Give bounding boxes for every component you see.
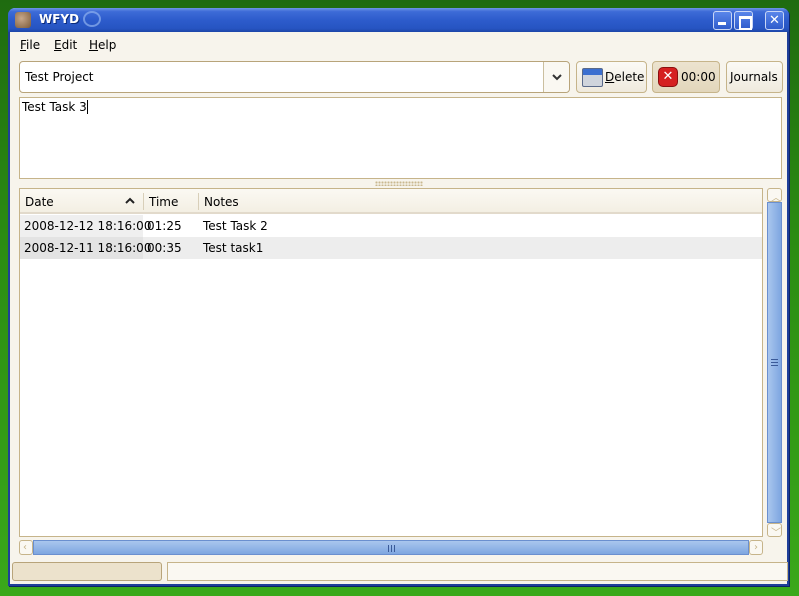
cell-notes: Test task1 <box>203 241 264 255</box>
table-header: Date Time Notes <box>20 189 762 214</box>
menu-file[interactable]: File <box>20 38 40 52</box>
cell-time: 01:25 <box>147 219 182 233</box>
scroll-up-button[interactable]: ︿ <box>767 188 782 204</box>
horizontal-scroll-thumb[interactable] <box>33 540 749 555</box>
task-notes-input[interactable]: Test Task 3 <box>19 97 782 179</box>
maximize-button[interactable] <box>734 11 753 30</box>
app-window: WFYD ✕ File Edit Help Test Project Delet… <box>8 8 789 586</box>
chevron-down-icon <box>552 74 562 81</box>
project-combo[interactable]: Test Project <box>19 61 570 93</box>
vertical-scrollbar[interactable]: ︿ ﹀ <box>767 188 782 539</box>
vertical-scroll-thumb[interactable] <box>767 202 782 523</box>
journals-button[interactable]: Journals <box>726 61 783 93</box>
sort-ascending-icon <box>125 197 135 204</box>
entries-table: Date Time Notes 2008-12-12 18:16:00 01:2… <box>19 188 763 537</box>
pane-resize-handle[interactable] <box>375 181 423 186</box>
scroll-down-button[interactable]: ﹀ <box>767 523 782 539</box>
timer-toggle-button[interactable]: ✕ 00:00 <box>652 61 720 93</box>
delete-button[interactable]: Delete <box>576 61 647 93</box>
text-caret <box>86 100 88 114</box>
app-icon[interactable] <box>15 12 31 28</box>
project-value[interactable]: Test Project <box>25 70 94 84</box>
column-header-date[interactable]: Date <box>20 189 143 214</box>
status-bar-right <box>167 562 788 581</box>
shredder-icon <box>582 68 603 87</box>
status-bar-left <box>12 562 162 581</box>
chevron-right-icon: › <box>754 542 758 553</box>
chevron-down-icon: ﹀ <box>771 528 781 539</box>
scroll-left-button[interactable]: ‹ <box>19 540 33 555</box>
column-header-time[interactable]: Time <box>144 189 198 214</box>
cell-date: 2008-12-12 18:16:00 <box>24 219 152 233</box>
cell-notes: Test Task 2 <box>203 219 268 233</box>
journals-label: Journals <box>730 70 778 84</box>
table-row[interactable]: 2008-12-12 18:16:00 01:25 Test Task 2 <box>20 215 762 237</box>
horizontal-scrollbar[interactable]: ‹ › <box>19 540 763 555</box>
menu-help[interactable]: Help <box>89 38 116 52</box>
menu-bar: File Edit Help <box>10 34 787 56</box>
grip-icon <box>771 359 778 368</box>
opensuse-logo-icon <box>83 11 101 27</box>
title-bar[interactable]: WFYD ✕ <box>8 8 789 32</box>
chevron-left-icon: ‹ <box>23 542 27 553</box>
menu-edit[interactable]: Edit <box>54 38 77 52</box>
column-header-notes[interactable]: Notes <box>199 189 759 214</box>
cell-time: 00:35 <box>147 241 182 255</box>
combo-dropdown-button[interactable] <box>543 62 569 92</box>
grip-icon <box>388 545 397 552</box>
stop-icon: ✕ <box>658 67 678 87</box>
minimize-button[interactable] <box>713 11 732 30</box>
table-row[interactable]: 2008-12-11 18:16:00 00:35 Test task1 <box>20 237 762 259</box>
scroll-right-button[interactable]: › <box>749 540 763 555</box>
task-notes-value: Test Task 3 <box>22 100 87 114</box>
close-button[interactable]: ✕ <box>765 11 784 30</box>
timer-label: 00:00 <box>681 70 716 84</box>
window-title: WFYD <box>39 12 80 26</box>
cell-date: 2008-12-11 18:16:00 <box>24 241 152 255</box>
